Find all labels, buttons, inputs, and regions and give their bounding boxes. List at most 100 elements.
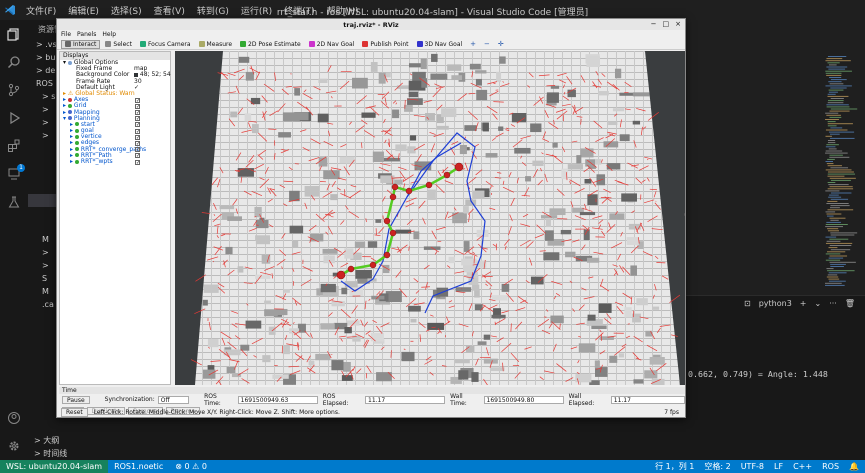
encoding[interactable]: UTF-8	[741, 462, 764, 471]
eol[interactable]: LF	[774, 462, 783, 471]
account-icon[interactable]	[0, 404, 28, 432]
obstacle-block	[355, 269, 372, 279]
obstacle-block	[344, 248, 354, 259]
minimap-line	[827, 62, 840, 64]
marker-icon	[74, 140, 79, 145]
source-control-icon[interactable]	[0, 76, 28, 104]
display-checkbox[interactable]: ✓	[135, 153, 140, 159]
tool-publish-point[interactable]: Publish Point	[359, 40, 411, 49]
tool-measure[interactable]: Measure	[196, 40, 236, 49]
obstacle-block	[322, 248, 338, 254]
menu-item[interactable]: 运行(R)	[241, 4, 272, 17]
display-checkbox[interactable]: ✓	[135, 103, 140, 109]
search-icon[interactable]	[0, 48, 28, 76]
obstacle-block	[464, 125, 477, 131]
menu-item[interactable]: 选择(S)	[111, 4, 142, 17]
obstacle-block	[501, 283, 510, 292]
settings-gear-icon[interactable]	[0, 432, 28, 460]
toolbar-extra-icon[interactable]: ✛	[495, 40, 507, 49]
3d-view[interactable]: ◂ ▸	[175, 51, 685, 385]
minimap-line	[828, 89, 844, 91]
split-terminal-icon[interactable]: ⌄	[815, 299, 822, 308]
run-debug-icon[interactable]	[0, 104, 28, 132]
tool-3d-nav-goal[interactable]: 3D Nav Goal	[414, 40, 466, 49]
tool-2d-pose-estimate[interactable]: 2D Pose Estimate	[237, 40, 304, 49]
planning-child[interactable]: ▸ RRT*_wpts ✓	[60, 158, 170, 165]
explorer-icon[interactable]	[0, 20, 28, 48]
obstacle-block	[317, 113, 329, 123]
terminal-tab-python3[interactable]: python3	[759, 299, 792, 308]
ros-time-field[interactable]: 1691500949.63	[237, 395, 318, 404]
tool-select[interactable]: Select	[102, 40, 135, 49]
minimap-line	[828, 64, 837, 66]
problems-indicator[interactable]: ⊗ 0 ⚠ 0	[169, 462, 213, 471]
obstacle-block	[323, 255, 335, 264]
obstacle-block	[262, 355, 271, 363]
maximize-button[interactable]: □	[663, 20, 670, 28]
minimap[interactable]	[823, 56, 863, 286]
add-terminal-icon[interactable]: +	[800, 299, 807, 308]
close-button[interactable]: ×	[675, 20, 681, 28]
display-checkbox[interactable]: ✓	[135, 116, 140, 122]
menu-item[interactable]: 文件(F)	[26, 4, 56, 17]
minimap-line	[829, 217, 846, 219]
display-checkbox[interactable]: ✓	[135, 122, 140, 128]
obstacle-block	[472, 190, 485, 199]
remote-indicator[interactable]: WSL: ubuntu20.04-slam	[0, 460, 109, 473]
minimap-line	[829, 133, 840, 135]
indentation[interactable]: 空格: 2	[704, 461, 730, 472]
sync-select[interactable]: Off	[157, 395, 190, 404]
marker-icon	[74, 147, 79, 152]
display-checkbox[interactable]: ✓	[135, 159, 140, 165]
minimap-line	[829, 186, 853, 188]
menu-item[interactable]: 帮助(H)	[327, 4, 359, 17]
tool-interact[interactable]: Interact	[61, 39, 101, 49]
notifications-icon[interactable]: 🔔	[849, 462, 859, 471]
pause-button[interactable]: Pause	[62, 395, 90, 404]
display-checkbox[interactable]: ✓	[135, 128, 140, 134]
ros-elapsed-field[interactable]: 11.17	[365, 395, 446, 404]
minimap-line	[827, 188, 854, 190]
rviz-menu-item[interactable]: File	[61, 31, 71, 38]
display-checkbox[interactable]: ✓	[135, 97, 140, 103]
display-checkbox[interactable]: ✓	[135, 147, 140, 153]
obstacle-block	[621, 193, 637, 202]
wall-elapsed-field[interactable]: 11.17	[610, 395, 686, 404]
minimap-line	[827, 102, 844, 104]
collapse-right-icon[interactable]: ▸	[684, 211, 685, 218]
display-checkbox[interactable]: ✓	[135, 134, 140, 140]
extensions-icon[interactable]: 1	[0, 132, 28, 172]
toolbar-extra-icon[interactable]: +	[467, 40, 479, 49]
obstacle-block	[352, 77, 368, 89]
planning-children: ▸ start ✓ ▸ goal ✓ ▸ vertice ✓ ▸ edges ✓ ▸ RRT*_…	[60, 121, 170, 165]
tool-focus-camera[interactable]: Focus Camera	[137, 40, 194, 49]
obstacle-block	[614, 68, 622, 79]
testing-icon[interactable]	[0, 188, 28, 216]
display-checkbox[interactable]: ✓	[135, 110, 140, 116]
obstacle-block	[651, 378, 665, 385]
menu-item[interactable]: 终端(T)	[284, 4, 315, 17]
cursor-position[interactable]: 行 1，列 1	[655, 461, 694, 472]
minimap-line	[830, 219, 839, 221]
rviz-menu-item[interactable]: Panels	[77, 31, 96, 38]
obstacle-block	[226, 366, 236, 374]
menu-item[interactable]: 转到(G)	[197, 4, 229, 17]
reset-button[interactable]: Reset	[61, 408, 88, 417]
menu-item[interactable]: 查看(V)	[154, 4, 185, 17]
toolbar-extra-icon[interactable]: −	[481, 40, 493, 49]
tool-2d-nav-goal[interactable]: 2D Nav Goal	[306, 40, 358, 49]
minimap-line	[827, 270, 855, 272]
obstacle-block	[632, 92, 650, 97]
outline-item[interactable]: > 时间线	[28, 447, 180, 460]
more-actions-icon[interactable]: ···	[829, 299, 837, 308]
language-mode[interactable]: C++	[793, 462, 812, 471]
minimize-button[interactable]: −	[651, 20, 657, 28]
minimap-line	[825, 224, 848, 225]
rviz-menu-item[interactable]: Help	[102, 31, 116, 38]
outline-item[interactable]: > 大纲	[28, 434, 180, 447]
branch-indicator[interactable]: ROS1.noetic	[108, 462, 169, 471]
kill-terminal-icon[interactable]: 🗑	[845, 299, 855, 308]
menu-item[interactable]: 编辑(E)	[68, 4, 99, 17]
ros-indicator[interactable]: ROS	[822, 462, 839, 471]
wall-time-field[interactable]: 1691500949.80	[483, 395, 564, 404]
